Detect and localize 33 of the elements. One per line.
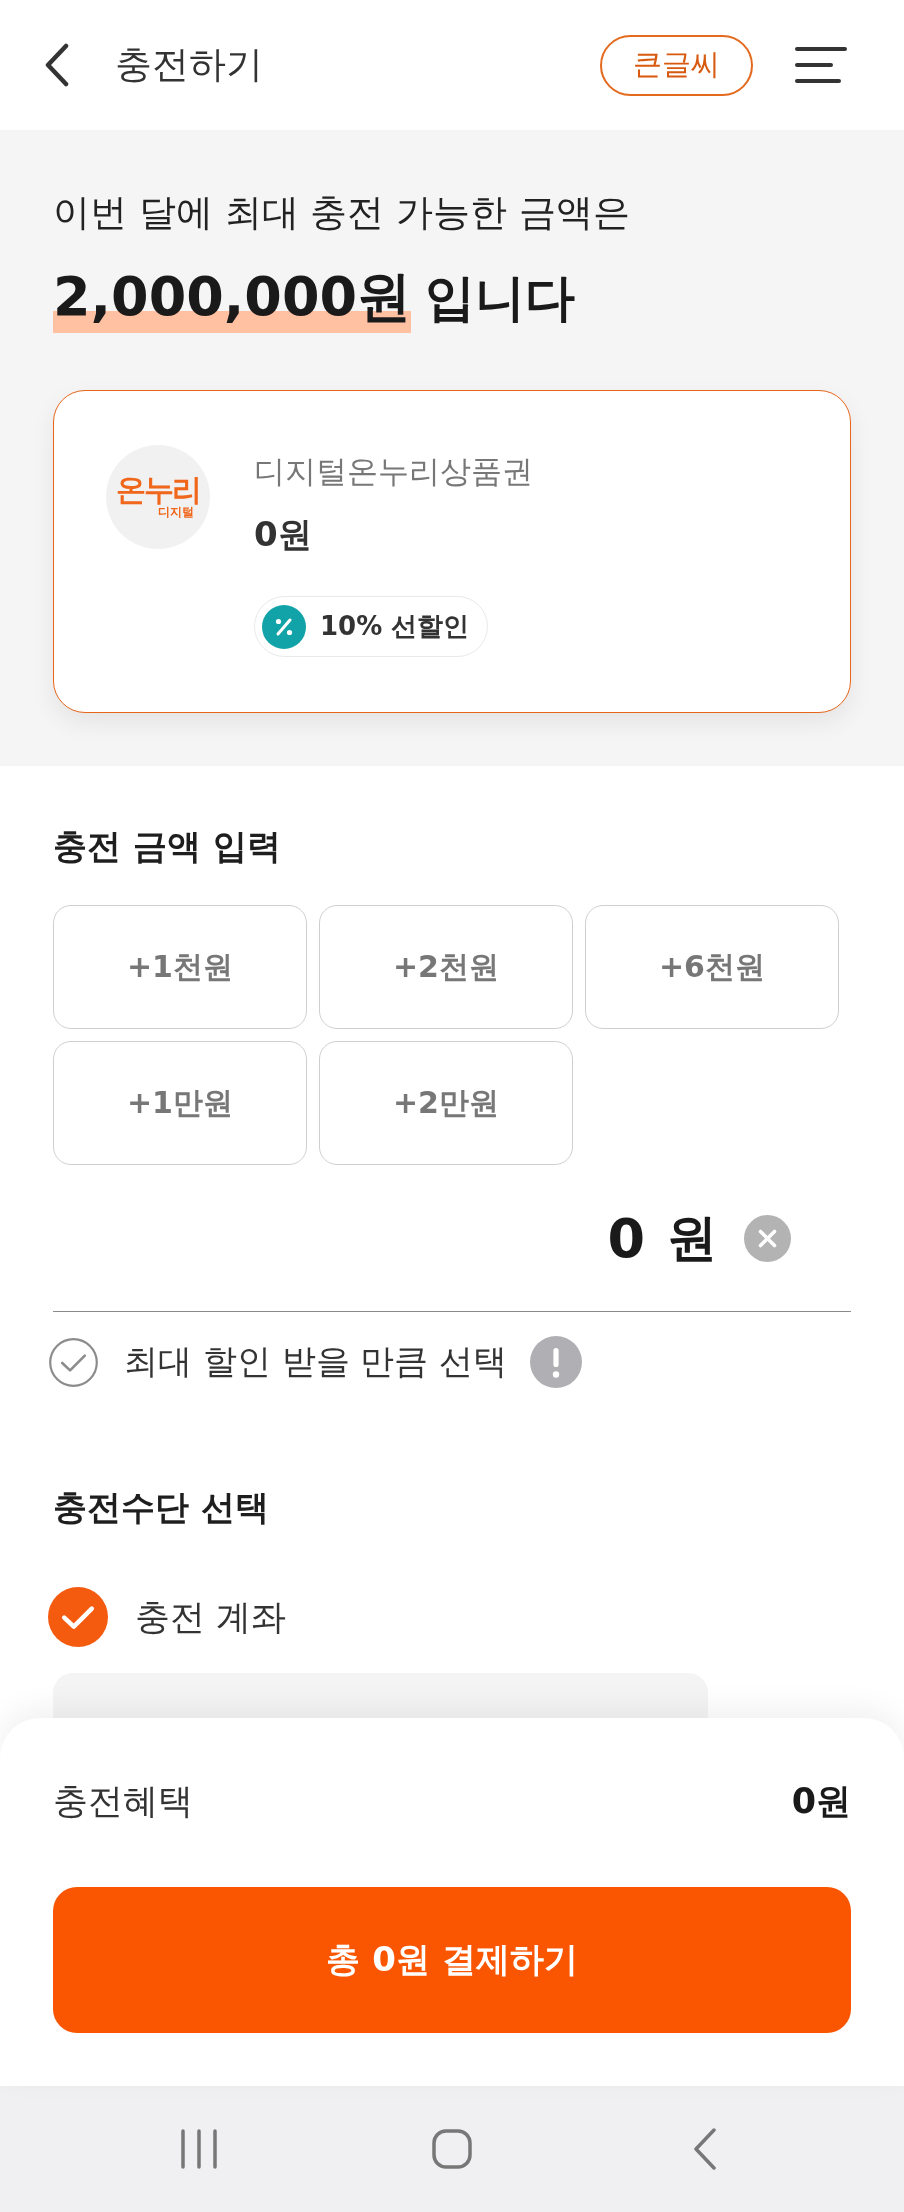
- option-label: 충전 계좌: [135, 1595, 287, 1639]
- page-title: 충전하기: [115, 43, 263, 87]
- checkbox-label: 최대 할인 받을 만큼 선택: [124, 1340, 508, 1383]
- benefit-label: 충전혜택: [53, 1779, 193, 1823]
- radio-button[interactable]: [48, 1587, 108, 1647]
- section-title: 충전수단 선택: [53, 1486, 269, 1529]
- amount-button[interactable]: +1천원: [53, 905, 307, 1029]
- amount-button[interactable]: +6천원: [585, 905, 839, 1029]
- limit-suffix: 입니다: [425, 268, 576, 329]
- clear-icon[interactable]: [744, 1214, 791, 1262]
- limit-intro-text: 이번 달에 최대 충전 가능한 금액은: [53, 191, 630, 235]
- checkbox[interactable]: [49, 1337, 98, 1387]
- back-icon[interactable]: [44, 43, 70, 87]
- amount-button[interactable]: +1만원: [53, 1041, 307, 1165]
- logo-text: 온누리: [116, 475, 200, 505]
- percent-icon: [262, 604, 306, 649]
- pay-button[interactable]: 총 0원 결제하기: [53, 1887, 851, 2033]
- exclamation-icon[interactable]: [530, 1336, 583, 1388]
- amount-input[interactable]: 0: [601, 1206, 645, 1270]
- benefit-value: 0원: [791, 1779, 851, 1823]
- home-icon[interactable]: [432, 2129, 472, 2169]
- recent-apps-icon[interactable]: [180, 2129, 218, 2169]
- menu-icon[interactable]: [795, 47, 847, 83]
- amount-button[interactable]: +2천원: [319, 905, 573, 1029]
- voucher-balance: 0원: [254, 513, 312, 556]
- currency-unit: 원: [667, 1207, 717, 1269]
- logo-subtext: 디지털: [158, 505, 194, 519]
- voucher-card[interactable]: 온누리 디지털 디지털온누리상품권 0원 10% 선할인: [53, 390, 851, 713]
- large-text-button[interactable]: 큰글씨: [600, 34, 753, 96]
- section-title: 충전 금액 입력: [53, 825, 281, 868]
- discount-text: 10% 선할인: [320, 610, 470, 643]
- voucher-name: 디지털온누리상품권: [254, 452, 533, 491]
- amount-button[interactable]: +2만원: [319, 1041, 573, 1165]
